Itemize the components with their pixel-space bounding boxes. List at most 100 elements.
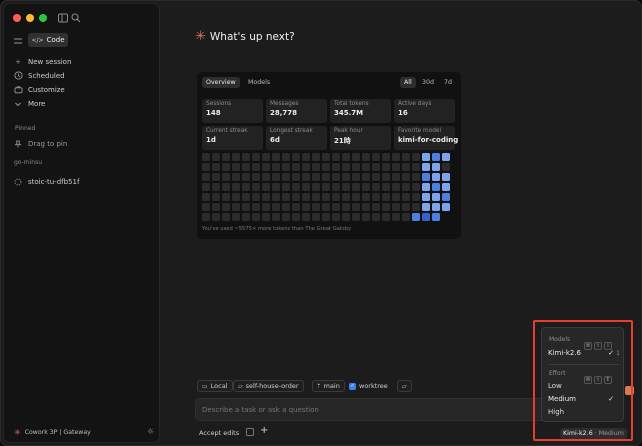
heatmap-cell — [242, 163, 250, 171]
heatmap-cell — [362, 173, 370, 181]
heatmap-cell — [402, 213, 410, 221]
close-window-button[interactable] — [13, 14, 21, 22]
heatmap-cell — [262, 153, 270, 161]
attach-file-icon[interactable] — [246, 428, 254, 436]
heatmap-cell — [402, 173, 410, 181]
heatmap-cell — [292, 163, 300, 171]
stat-active-days: Active days 16 — [394, 99, 455, 123]
accept-edits-toggle[interactable]: Accept edits — [199, 429, 239, 437]
maximize-window-button[interactable] — [39, 14, 47, 22]
stat-label: Peak hour — [334, 128, 363, 134]
heatmap-cell — [292, 183, 300, 191]
pinned-hint: Drag to pin — [28, 139, 68, 148]
heatmap-cell — [442, 173, 450, 181]
heatmap-cell — [222, 163, 230, 171]
tab-models[interactable]: Models — [244, 77, 274, 88]
heatmap-cell — [422, 213, 430, 221]
heatmap-cell — [442, 193, 450, 201]
heatmap-cell — [322, 153, 330, 161]
heatmap-cell — [292, 213, 300, 221]
heatmap-cell — [272, 193, 280, 201]
pinned-drop-zone[interactable]: Drag to pin — [13, 137, 67, 150]
heatmap-cell — [422, 173, 430, 181]
heatmap-cell — [222, 153, 230, 161]
heatmap-cell — [402, 193, 410, 201]
range-30d[interactable]: 30d — [418, 77, 438, 88]
heatmap-cell — [432, 173, 440, 181]
open-folder-button[interactable]: ▱ — [397, 380, 412, 392]
range-all[interactable]: All — [400, 77, 416, 88]
heatmap-cell — [212, 173, 220, 181]
heatmap-cell — [412, 163, 420, 171]
heatmap-cell — [212, 213, 220, 221]
heatmap-cell — [282, 183, 290, 191]
heatmap-cell — [342, 153, 350, 161]
session-label: stoic-tu-dfb51f — [28, 177, 80, 186]
tab-overview[interactable]: Overview — [202, 77, 240, 88]
scheduled-link[interactable]: Scheduled — [13, 69, 65, 82]
heatmap-cell — [312, 153, 320, 161]
highlight-box — [533, 320, 633, 441]
heatmap-cell — [242, 173, 250, 181]
heatmap-cell — [352, 193, 360, 201]
folder-chip[interactable]: ▱ self-house-order — [233, 380, 304, 392]
heatmap-cell — [252, 153, 260, 161]
heatmap-cell — [212, 163, 220, 171]
project-heading: go-minsu — [14, 159, 42, 166]
new-session-button[interactable]: + New session — [13, 55, 71, 68]
heatmap-cell — [282, 213, 290, 221]
customize-link[interactable]: Customize — [13, 83, 65, 96]
checkbox-checked-icon[interactable]: ✓ — [349, 382, 356, 390]
heatmap-cell — [282, 173, 290, 181]
search-icon[interactable] — [70, 12, 82, 24]
minimize-window-button[interactable] — [26, 14, 34, 22]
sidebar: </> Code + New session Scheduled Customi… — [3, 3, 160, 443]
stat-value: 345.7M — [334, 109, 364, 117]
mode-tab-code[interactable]: </> Code — [28, 33, 68, 47]
range-7d[interactable]: 7d — [440, 77, 456, 88]
asterisk-logo-icon: ✳ — [195, 29, 206, 44]
account-label: Cowork 3P | Gateway — [24, 429, 91, 436]
heatmap-cell — [292, 193, 300, 201]
heatmap-cell — [242, 213, 250, 221]
heatmap-cell — [422, 193, 430, 201]
heatmap-cell — [242, 183, 250, 191]
heatmap-cell — [382, 163, 390, 171]
location-chip[interactable]: ▭ Local — [197, 380, 233, 392]
heatmap-cell — [422, 163, 430, 171]
stat-messages: Messages 28,778 — [266, 99, 327, 123]
heatmap-cell — [212, 203, 220, 211]
heatmap-cell — [362, 153, 370, 161]
heatmap-cell — [332, 193, 340, 201]
heatmap-cell — [212, 183, 220, 191]
heatmap-cell — [292, 153, 300, 161]
session-item[interactable]: stoic-tu-dfb51f — [13, 175, 79, 188]
heatmap-cell — [232, 183, 240, 191]
heatmap-cell — [342, 203, 350, 211]
task-input[interactable] — [202, 404, 522, 416]
list-icon[interactable] — [13, 36, 23, 46]
sidebar-toggle-icon[interactable] — [57, 12, 69, 24]
add-icon[interactable]: + — [260, 425, 268, 436]
heatmap-cell — [312, 213, 320, 221]
heatmap-cell — [252, 183, 260, 191]
settings-icon[interactable]: ☼ — [147, 427, 154, 436]
worktree-toggle[interactable]: ✓ worktree — [345, 380, 392, 392]
more-menu[interactable]: More — [13, 97, 45, 110]
branch-chip[interactable]: ᛘ main — [312, 380, 345, 392]
heatmap-cell — [242, 203, 250, 211]
account-switcher[interactable]: ✳ Cowork 3P | Gateway — [14, 428, 91, 437]
heatmap-cell — [342, 173, 350, 181]
heatmap-cell — [202, 153, 210, 161]
heatmap-cell — [352, 183, 360, 191]
heatmap-cell — [422, 203, 430, 211]
heatmap-cell — [372, 193, 380, 201]
clock-icon — [13, 71, 23, 81]
heatmap-cell — [412, 203, 420, 211]
heatmap-cell — [392, 193, 400, 201]
heatmap-cell — [302, 213, 310, 221]
heatmap-cell — [372, 213, 380, 221]
heatmap-cell — [202, 193, 210, 201]
heatmap-cell — [342, 183, 350, 191]
asterisk-logo-icon: ✳ — [14, 428, 21, 437]
